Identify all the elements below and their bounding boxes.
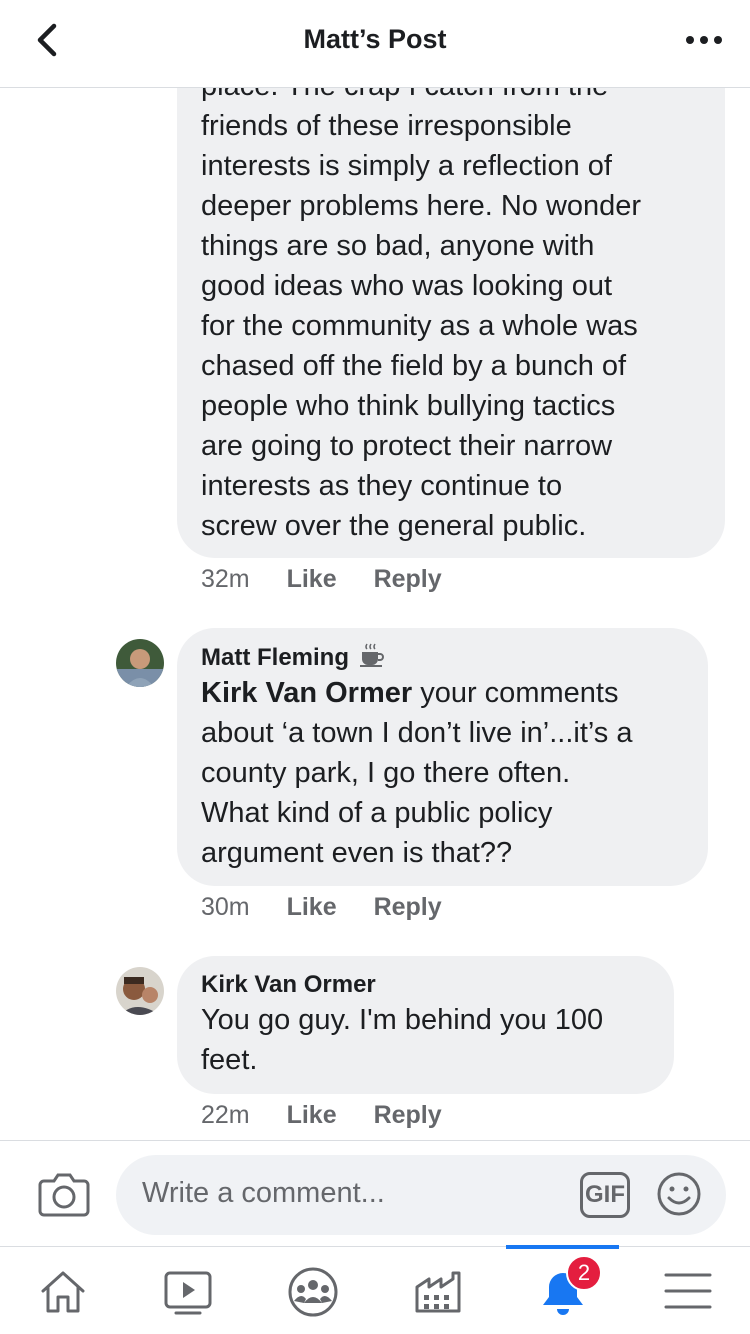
tab-notifications[interactable]: [500, 1247, 625, 1334]
coffee-cup-icon: [360, 643, 385, 667]
more-options-button[interactable]: [682, 22, 726, 58]
smiley-icon: [657, 1172, 701, 1216]
like-button[interactable]: Like: [287, 890, 337, 924]
emoji-button[interactable]: [656, 1171, 702, 1217]
comment-text: Kirk Van Ormer your comments about ‘a to…: [201, 677, 633, 869]
camera-icon: [38, 1173, 90, 1217]
marketplace-icon: [415, 1271, 460, 1313]
comments-list: place. The crap I catch from the friends…: [0, 88, 750, 1140]
home-icon: [41, 1271, 84, 1313]
comment-partial-line: place. The crap I catch from the: [201, 88, 701, 106]
bottom-tab-bar: 2: [0, 1245, 750, 1334]
comment-bubble: place. The crap I catch from the friends…: [177, 88, 725, 558]
top-nav-bar: Matt’s Post: [0, 0, 750, 88]
comment-timestamp: 32m: [201, 565, 250, 593]
more-dots-icon: [686, 36, 722, 44]
avatar[interactable]: [116, 639, 164, 687]
video-icon: [164, 1271, 211, 1315]
comment-meta: 32m Like Reply: [201, 562, 472, 596]
comment-timestamp: 30m: [201, 893, 250, 921]
tab-marketplace[interactable]: [375, 1247, 500, 1334]
tab-watch[interactable]: [125, 1247, 250, 1334]
avatar-photo: [116, 967, 164, 1015]
tab-groups[interactable]: [250, 1247, 375, 1334]
comment-timestamp: 22m: [201, 1101, 250, 1129]
groups-icon: [288, 1267, 337, 1317]
avatar-photo: [116, 639, 164, 687]
comment-meta: 22m Like Reply: [201, 1098, 472, 1132]
reply-button[interactable]: Reply: [374, 1098, 442, 1132]
comment-input-placeholder: Write a comment...: [142, 1177, 385, 1209]
notification-count-badge: 2: [566, 1255, 602, 1291]
tab-menu[interactable]: [625, 1247, 750, 1334]
comment-composer: Write a comment... GIF: [0, 1140, 750, 1246]
camera-button[interactable]: [38, 1171, 90, 1217]
reply-button[interactable]: Reply: [374, 562, 442, 596]
comment-text: friends of these irresponsible interests…: [201, 110, 642, 542]
like-button[interactable]: Like: [287, 562, 337, 596]
reply-button[interactable]: Reply: [374, 890, 442, 924]
comment-meta: 30m Like Reply: [201, 890, 472, 924]
comment-input[interactable]: Write a comment... GIF: [116, 1155, 726, 1235]
page-title: Matt’s Post: [303, 24, 447, 54]
comment-author[interactable]: Kirk Van Ormer: [201, 970, 376, 1000]
like-button[interactable]: Like: [287, 1098, 337, 1132]
gif-button[interactable]: GIF: [580, 1172, 630, 1218]
menu-icon: [664, 1273, 711, 1309]
avatar[interactable]: [116, 967, 164, 1015]
mention-link[interactable]: Kirk Van Ormer: [201, 677, 412, 709]
tab-home[interactable]: [0, 1247, 125, 1334]
comment-text: You go guy. I'm behind you 100 feet.: [201, 1004, 604, 1076]
comment-bubble: Kirk Van Ormer You go guy. I'm behind yo…: [177, 956, 674, 1094]
comment-bubble: Matt Fleming Kirk Van Ormer your comment…: [177, 628, 708, 886]
comment-author[interactable]: Matt Fleming: [201, 643, 349, 673]
